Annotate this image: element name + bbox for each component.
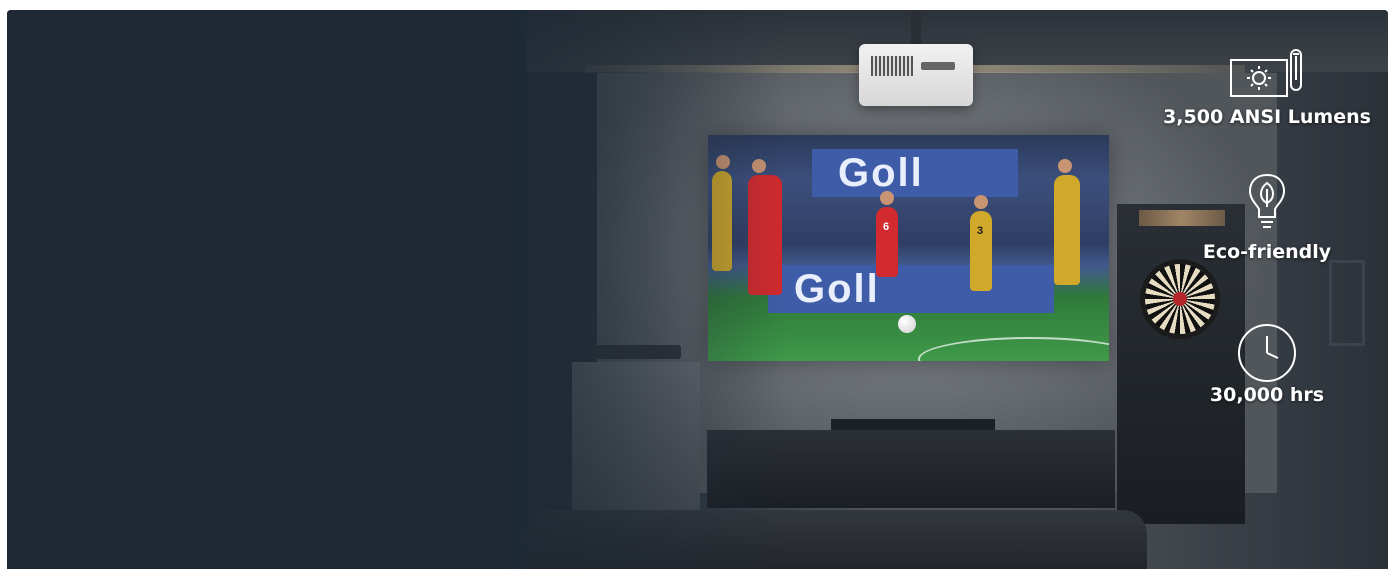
jersey-number-yellow: 3	[977, 225, 984, 237]
player-yellow-1: 3	[970, 195, 992, 291]
clock-icon	[1162, 322, 1372, 384]
feature-label-lumens: 3,500 ANSI Lumens	[1163, 106, 1371, 128]
pitch-line	[918, 337, 1109, 361]
soccer-ball	[898, 315, 916, 333]
jersey-number-red: 6	[883, 221, 890, 233]
player-yellow-2	[1054, 159, 1080, 285]
feature-lifetime: 30,000 hrs	[1162, 322, 1372, 406]
feature-lumens: 3,500 ANSI Lumens	[1162, 46, 1372, 128]
projector	[859, 44, 973, 106]
eco-leaf-bulb-icon	[1162, 171, 1372, 241]
stadium-banner-bottom: Goll	[768, 265, 1054, 313]
lumens-icon	[1162, 46, 1372, 106]
projector-mount	[911, 10, 921, 46]
feature-label-eco: Eco-friendly	[1202, 241, 1332, 263]
player-red-2: 6	[876, 191, 898, 277]
feature-eco: Eco-friendly	[1162, 171, 1372, 263]
stadium-banner-top: Goll	[812, 149, 1018, 197]
feature-label-lifetime: 30,000 hrs	[1209, 384, 1325, 406]
left-fade-overlay	[7, 10, 787, 569]
